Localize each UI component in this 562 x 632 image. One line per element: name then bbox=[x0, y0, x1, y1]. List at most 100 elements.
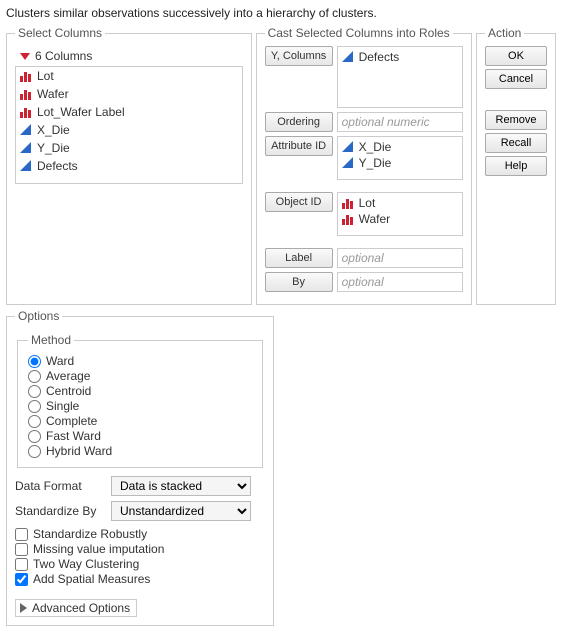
role-row: Orderingoptional numeric bbox=[265, 112, 463, 132]
method-radio-row[interactable]: Ward bbox=[28, 354, 252, 368]
bars-icon bbox=[20, 106, 32, 118]
method-label: Hybrid Ward bbox=[46, 444, 112, 458]
option-check-label: Add Spatial Measures bbox=[33, 572, 150, 586]
method-group: Method WardAverageCentroidSingleComplete… bbox=[17, 333, 263, 468]
recall-button[interactable]: Recall bbox=[485, 133, 547, 153]
column-count-header[interactable]: 6 Columns bbox=[15, 46, 243, 66]
list-item[interactable]: Y_Die bbox=[16, 139, 242, 157]
cancel-button[interactable]: Cancel bbox=[485, 69, 547, 89]
method-radio-row[interactable]: Fast Ward bbox=[28, 429, 252, 443]
role-item-label: Defects bbox=[359, 50, 400, 64]
role-dropzone[interactable]: optional bbox=[337, 272, 463, 292]
remove-button[interactable]: Remove bbox=[485, 110, 547, 130]
dropdown-icon bbox=[19, 50, 31, 62]
standardize-by-label: Standardize By bbox=[15, 504, 99, 518]
option-check-label: Missing value imputation bbox=[33, 542, 164, 556]
role-button[interactable]: Object ID bbox=[265, 192, 333, 212]
method-radio[interactable] bbox=[28, 445, 41, 458]
role-dropzone[interactable]: optional bbox=[337, 248, 463, 268]
option-check-label: Two Way Clustering bbox=[33, 557, 139, 571]
option-check-row[interactable]: Two Way Clustering bbox=[15, 557, 265, 571]
role-button[interactable]: By bbox=[265, 272, 333, 292]
options-group: Options Method WardAverageCentroidSingle… bbox=[6, 309, 274, 626]
role-button[interactable]: Ordering bbox=[265, 112, 333, 132]
ok-button[interactable]: OK bbox=[485, 46, 547, 66]
method-label: Single bbox=[46, 399, 79, 413]
list-item[interactable]: Defects bbox=[16, 157, 242, 175]
role-dropzone[interactable]: LotWafer bbox=[337, 192, 463, 236]
actions-group: Action OK Cancel Remove Recall Help bbox=[476, 26, 556, 305]
triangle-icon bbox=[342, 141, 354, 153]
list-item[interactable]: X_Die bbox=[16, 121, 242, 139]
advanced-options-toggle[interactable]: Advanced Options bbox=[15, 599, 137, 617]
role-item[interactable]: Wafer bbox=[342, 211, 458, 227]
method-radio[interactable] bbox=[28, 415, 41, 428]
method-radio[interactable] bbox=[28, 430, 41, 443]
option-check-row[interactable]: Missing value imputation bbox=[15, 542, 265, 556]
role-item[interactable]: X_Die bbox=[342, 139, 458, 155]
option-check-row[interactable]: Standardize Robustly bbox=[15, 527, 265, 541]
bars-icon bbox=[20, 88, 32, 100]
disclosure-icon bbox=[18, 602, 29, 614]
method-radio-row[interactable]: Complete bbox=[28, 414, 252, 428]
advanced-options-label: Advanced Options bbox=[32, 601, 130, 615]
role-button[interactable]: Label bbox=[265, 248, 333, 268]
list-item-label: Lot_Wafer Label bbox=[37, 105, 125, 119]
option-checkbox[interactable] bbox=[15, 558, 28, 571]
select-columns-group: Select Columns 6 Columns Lot Wafer Lot_Waf… bbox=[6, 26, 252, 305]
options-legend: Options bbox=[15, 309, 62, 323]
role-placeholder: optional bbox=[342, 251, 384, 265]
role-dropzone[interactable]: X_Die Y_Die bbox=[337, 136, 463, 180]
role-row: Y, Columns Defects bbox=[265, 46, 463, 108]
role-item-label: Y_Die bbox=[359, 156, 392, 170]
method-label: Average bbox=[46, 369, 90, 383]
list-item-label: X_Die bbox=[37, 123, 70, 137]
role-item-label: X_Die bbox=[359, 140, 392, 154]
list-item-label: Y_Die bbox=[37, 141, 70, 155]
method-label: Complete bbox=[46, 414, 97, 428]
method-radio[interactable] bbox=[28, 355, 41, 368]
method-radio-row[interactable]: Hybrid Ward bbox=[28, 444, 252, 458]
role-placeholder: optional bbox=[342, 275, 384, 289]
select-columns-legend: Select Columns bbox=[15, 26, 105, 40]
bars-icon bbox=[342, 213, 354, 225]
triangle-icon bbox=[342, 157, 354, 169]
triangle-icon bbox=[20, 160, 32, 172]
method-radio[interactable] bbox=[28, 400, 41, 413]
method-radio-row[interactable]: Average bbox=[28, 369, 252, 383]
role-item[interactable]: Lot bbox=[342, 195, 458, 211]
method-radio-row[interactable]: Centroid bbox=[28, 384, 252, 398]
option-checkbox[interactable] bbox=[15, 573, 28, 586]
role-button[interactable]: Y, Columns bbox=[265, 46, 333, 66]
list-item[interactable]: Lot bbox=[16, 67, 242, 85]
triangle-icon bbox=[20, 124, 32, 136]
list-item[interactable]: Wafer bbox=[16, 85, 242, 103]
bars-icon bbox=[20, 70, 32, 82]
method-radio[interactable] bbox=[28, 370, 41, 383]
role-row: Label optional bbox=[265, 248, 463, 268]
help-button[interactable]: Help bbox=[485, 156, 547, 176]
role-item-label: Lot bbox=[359, 196, 376, 210]
method-legend: Method bbox=[28, 333, 74, 347]
role-item[interactable]: Defects bbox=[342, 49, 458, 65]
method-radio-row[interactable]: Single bbox=[28, 399, 252, 413]
option-check-label: Standardize Robustly bbox=[33, 527, 147, 541]
option-checkbox[interactable] bbox=[15, 543, 28, 556]
description-text: Clusters similar observations successive… bbox=[6, 6, 556, 20]
role-item[interactable]: Y_Die bbox=[342, 155, 458, 171]
list-item[interactable]: Lot_Wafer Label bbox=[16, 103, 242, 121]
role-dropzone[interactable]: optional numeric bbox=[337, 112, 463, 132]
role-row: Attribute ID X_Die Y_Die bbox=[265, 136, 463, 180]
role-row: By optional bbox=[265, 272, 463, 292]
role-button[interactable]: Attribute ID bbox=[265, 136, 333, 156]
role-row: Object IDLotWafer bbox=[265, 192, 463, 236]
columns-listbox[interactable]: Lot Wafer Lot_Wafer Label X_Die Y_Die Defects bbox=[15, 66, 243, 184]
standardize-by-select[interactable]: Unstandardized bbox=[111, 501, 251, 521]
triangle-icon bbox=[20, 142, 32, 154]
data-format-select[interactable]: Data is stacked bbox=[111, 476, 251, 496]
method-radio[interactable] bbox=[28, 385, 41, 398]
option-check-row[interactable]: Add Spatial Measures bbox=[15, 572, 265, 586]
list-item-label: Lot bbox=[37, 69, 54, 83]
option-checkbox[interactable] bbox=[15, 528, 28, 541]
role-dropzone[interactable]: Defects bbox=[337, 46, 463, 108]
